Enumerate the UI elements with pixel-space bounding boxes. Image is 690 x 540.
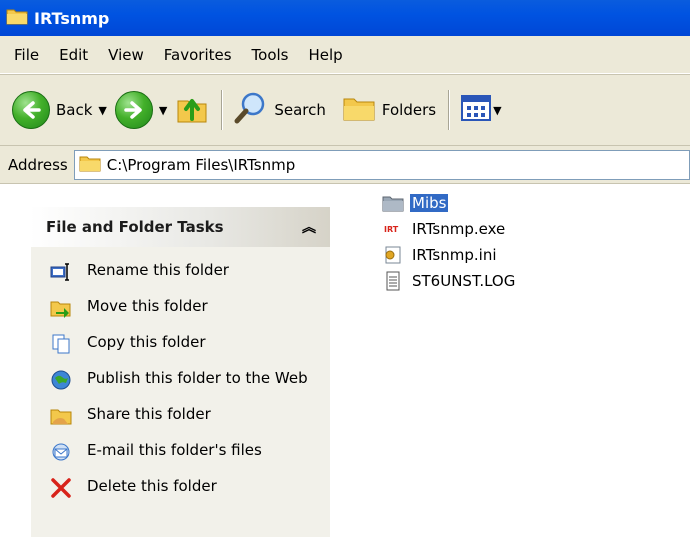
file-name: IRTsnmp.exe [412, 220, 506, 238]
menu-file[interactable]: File [4, 46, 49, 64]
toolbar: Back ▼ ▼ Search Folders ▼ [0, 74, 690, 146]
menu-favorites[interactable]: Favorites [154, 46, 242, 64]
task-pane-header[interactable]: File and Folder Tasks ︽ [30, 207, 330, 247]
toolbar-separator [448, 90, 450, 130]
folders-label: Folders [381, 101, 437, 119]
task-delete[interactable]: Delete this folder [49, 477, 330, 499]
task-list: Rename this folder Move this folder Copy… [30, 247, 330, 537]
task-publish-label: Publish this folder to the Web [87, 369, 308, 387]
menu-edit[interactable]: Edit [49, 46, 98, 64]
rename-icon [49, 261, 73, 283]
address-path: C:\Program Files\IRTsnmp [106, 155, 296, 174]
task-rename[interactable]: Rename this folder [49, 261, 330, 283]
address-input[interactable]: C:\Program Files\IRTsnmp [73, 149, 690, 180]
forward-button[interactable]: ▼ [111, 88, 171, 132]
task-pane-title: File and Folder Tasks [46, 218, 224, 236]
task-move-label: Move this folder [87, 297, 208, 315]
task-share[interactable]: Share this folder [49, 405, 330, 427]
collapse-chevron-icon[interactable]: ︽ [302, 217, 316, 237]
search-button[interactable]: Search [230, 88, 330, 132]
forward-arrow-icon [114, 91, 153, 129]
file-item-mibs[interactable]: Mibs [380, 190, 680, 216]
back-button[interactable]: Back ▼ [8, 88, 111, 132]
svg-text:IRT: IRT [384, 225, 399, 234]
file-item-st6unst-log[interactable]: ST6UNST.LOG [380, 268, 680, 294]
title-bar[interactable]: IRTsnmp [0, 0, 690, 36]
task-share-label: Share this folder [87, 405, 211, 423]
search-label: Search [274, 101, 326, 119]
back-arrow-icon [12, 91, 50, 129]
folder-icon [380, 192, 406, 214]
task-email[interactable]: E-mail this folder's files [49, 441, 330, 463]
email-icon [49, 441, 73, 463]
chevron-down-icon[interactable]: ▼ [493, 104, 501, 117]
task-email-label: E-mail this folder's files [87, 441, 262, 459]
task-copy[interactable]: Copy this folder [49, 333, 330, 355]
search-icon [234, 91, 268, 129]
menu-bar: File Edit View Favorites Tools Help [0, 36, 690, 74]
toolbar-separator [221, 90, 223, 130]
folders-icon [342, 93, 376, 127]
task-rename-label: Rename this folder [87, 261, 229, 279]
delete-icon [49, 477, 73, 499]
share-icon [49, 405, 73, 427]
file-list: Mibs IRT IRTsnmp.exe IRTsnmp.ini ST6UNST… [380, 190, 680, 530]
publish-web-icon [49, 369, 73, 391]
address-bar: Address C:\Program Files\IRTsnmp [0, 146, 690, 184]
file-name: ST6UNST.LOG [412, 272, 516, 290]
file-name: Mibs [410, 194, 449, 212]
folder-icon [79, 154, 101, 176]
views-button[interactable]: ▼ [457, 88, 505, 132]
exe-icon: IRT [380, 218, 406, 240]
task-pane: File and Folder Tasks ︽ Rename this fold… [0, 185, 340, 540]
menu-view[interactable]: View [98, 46, 154, 64]
task-copy-label: Copy this folder [87, 333, 206, 351]
chevron-down-icon[interactable]: ▼ [159, 104, 167, 117]
ini-icon [380, 244, 406, 266]
copy-icon [49, 333, 73, 355]
back-label: Back [56, 101, 93, 119]
task-delete-label: Delete this folder [87, 477, 217, 495]
file-item-irtsnmp-exe[interactable]: IRT IRTsnmp.exe [380, 216, 680, 242]
views-icon [461, 95, 492, 125]
file-item-irtsnmp-ini[interactable]: IRTsnmp.ini [380, 242, 680, 268]
window-title: IRTsnmp [34, 8, 110, 28]
up-folder-icon [175, 91, 209, 129]
chevron-down-icon[interactable]: ▼ [98, 104, 106, 117]
folders-button[interactable]: Folders [338, 88, 440, 132]
menu-help[interactable]: Help [299, 46, 353, 64]
task-move[interactable]: Move this folder [49, 297, 330, 319]
address-label: Address [8, 155, 68, 174]
folder-icon [6, 7, 28, 29]
task-publish[interactable]: Publish this folder to the Web [49, 369, 330, 391]
log-icon [380, 270, 406, 292]
file-name: IRTsnmp.ini [412, 246, 497, 264]
move-icon [49, 297, 73, 319]
menu-tools[interactable]: Tools [242, 46, 299, 64]
up-folder-button[interactable] [171, 88, 213, 132]
